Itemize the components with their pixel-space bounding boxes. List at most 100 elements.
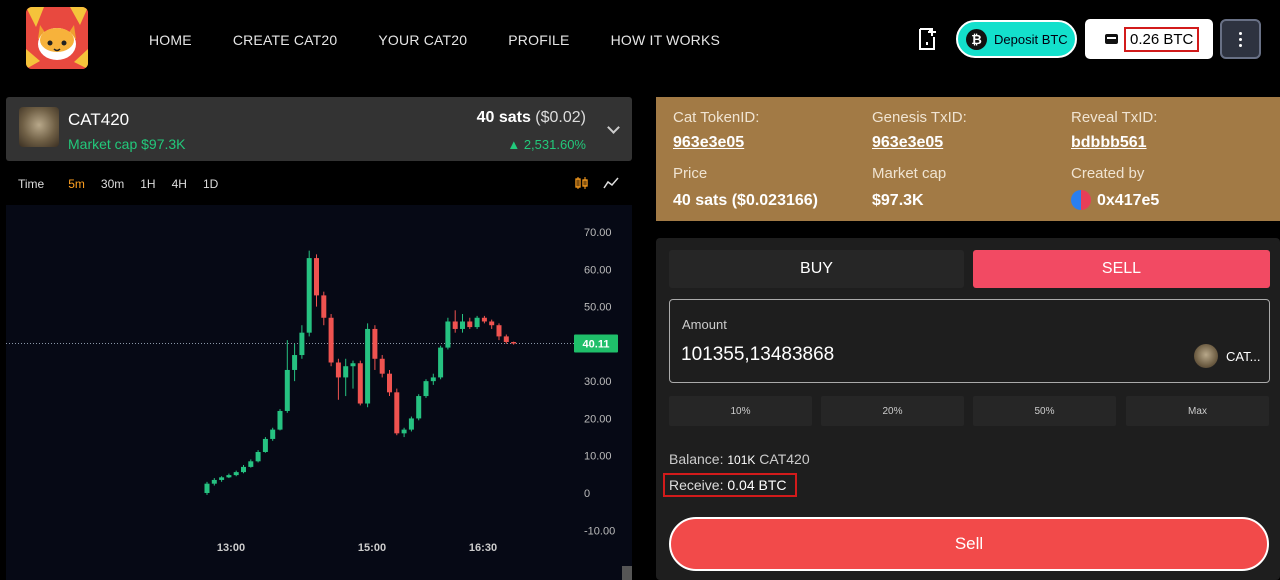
candle-body	[262, 438, 268, 452]
candle-body	[357, 363, 363, 404]
candle-body	[226, 475, 232, 478]
balance-token: CAT420	[759, 451, 810, 467]
candle-body	[277, 410, 283, 430]
line-chart-icon[interactable]	[603, 176, 619, 190]
y-tick-label: 30.00	[584, 376, 612, 388]
timeframe-1d[interactable]: 1D	[203, 177, 218, 191]
timeframe-1h[interactable]: 1H	[140, 177, 155, 191]
x-tick-label: 16:30	[469, 542, 497, 554]
candle-body	[511, 341, 517, 344]
percent-10-button[interactable]: 10%	[669, 396, 812, 426]
candle-body	[335, 362, 341, 378]
y-tick-label: 20.00	[584, 413, 612, 425]
candle-body	[372, 328, 378, 359]
percent-max-button[interactable]: Max	[1126, 396, 1269, 426]
timeframe-30m[interactable]: 30m	[101, 177, 124, 191]
deposit-btc-button[interactable]: ₿ Deposit BTC	[956, 20, 1077, 58]
nav-create-cat20[interactable]: CREATE CAT20	[233, 32, 338, 48]
candle-body	[503, 336, 509, 342]
candle-body	[394, 392, 400, 434]
amount-field: Amount CAT...	[669, 299, 1270, 383]
creator-address[interactable]: 0x417e5	[1097, 192, 1159, 210]
token-id-label: Cat TokenID:	[673, 109, 760, 126]
chevron-down-icon[interactable]	[607, 121, 620, 134]
deposit-label: Deposit BTC	[994, 31, 1068, 47]
candle-body	[481, 317, 487, 322]
cat-logo[interactable]	[26, 7, 88, 69]
market-cap-label: Market cap	[872, 165, 947, 182]
candle-body	[299, 332, 305, 356]
amount-token-select[interactable]: CAT...	[1226, 349, 1260, 364]
token-price-sats: 40 sats	[476, 109, 531, 126]
candle-body	[496, 325, 502, 337]
candlestick-icon[interactable]	[575, 176, 589, 190]
genesis-txid-link[interactable]: 963e3e05	[872, 134, 943, 152]
candle-body	[416, 396, 422, 419]
balance-value: 101K	[727, 453, 756, 467]
bitcoin-icon: ₿	[966, 28, 987, 50]
candle-body	[284, 369, 290, 411]
candle-body	[270, 429, 276, 439]
token-price-usd: ($0.02)	[535, 109, 586, 126]
nav-how-it-works[interactable]: HOW IT WORKS	[611, 32, 720, 48]
y-tick-label: 50.00	[584, 302, 612, 314]
candlestick-chart: 70.0060.0050.0040.0030.0020.0010.000-10.…	[6, 227, 618, 554]
timeframe-bar: Time 5m 30m 1H 4H 1D	[18, 177, 234, 191]
token-header: CAT420 Market cap $97.3K 40 sats ($0.02)…	[6, 97, 632, 161]
balance-line: Balance: 101K CAT420	[669, 451, 810, 467]
y-tick-label: -10.00	[584, 525, 615, 537]
percent-20-button[interactable]: 20%	[821, 396, 964, 426]
receive-line: Receive: 0.04 BTC	[663, 473, 797, 497]
price-label: Price	[673, 165, 708, 182]
candle-body	[219, 477, 225, 480]
candle-body	[314, 258, 319, 296]
candle-body	[343, 366, 349, 378]
main-nav: HOME CREATE CAT20 YOUR CAT20 PROFILE HOW…	[149, 32, 761, 48]
candle-body	[365, 328, 371, 404]
percent-50-button[interactable]: 50%	[973, 396, 1116, 426]
creator-avatar-icon	[1071, 190, 1091, 210]
token-name: CAT420	[68, 110, 130, 129]
timeframe-4h[interactable]: 4H	[172, 177, 187, 191]
tab-buy[interactable]: BUY	[669, 250, 964, 288]
nav-your-cat20[interactable]: YOUR CAT20	[378, 32, 467, 48]
candle-body	[211, 479, 217, 484]
token-price: 40 sats ($0.02)	[477, 109, 586, 127]
candle-body	[408, 418, 414, 430]
wallet-icon	[1105, 34, 1118, 44]
candle-body	[350, 363, 356, 367]
candle-body	[255, 451, 261, 462]
y-tick-label: 70.00	[584, 227, 612, 239]
amount-input[interactable]	[681, 344, 1101, 366]
timeframe-5m[interactable]: 5m	[68, 177, 85, 191]
created-by-label: Created by	[1071, 165, 1145, 182]
candle-body	[474, 317, 480, 328]
token-id-link[interactable]: 963e3e05	[673, 134, 744, 152]
nav-profile[interactable]: PROFILE	[508, 32, 569, 48]
reveal-txid-link[interactable]: bdbbb561	[1071, 134, 1147, 152]
chart-scroll-handle[interactable]	[622, 566, 632, 580]
dot-icon	[1239, 43, 1242, 47]
wallet-balance-button[interactable]: 0.26 BTC	[1085, 19, 1213, 59]
balance-label: Balance:	[669, 451, 724, 467]
tab-sell[interactable]: SELL	[973, 250, 1270, 288]
document-add-icon[interactable]	[916, 27, 938, 51]
current-price-label: 40.11	[583, 338, 610, 350]
candle-body	[445, 321, 451, 348]
nav-home[interactable]: HOME	[149, 32, 192, 48]
y-tick-label: 0	[584, 488, 590, 500]
reveal-txid-label: Reveal TxID:	[1071, 109, 1158, 126]
candle-body	[292, 355, 298, 370]
price-value: 40 sats ($0.023166)	[673, 192, 818, 209]
candle-body	[423, 381, 429, 397]
market-cap-value: $97.3K	[872, 192, 924, 209]
token-price-change: ▲ 2,531.60%	[507, 137, 586, 152]
candle-body	[452, 321, 458, 329]
candle-body	[379, 358, 385, 374]
more-menu-button[interactable]	[1220, 19, 1261, 59]
btc-balance: 0.26 BTC	[1124, 26, 1200, 52]
candle-body	[321, 295, 327, 318]
price-chart[interactable]: 70.0060.0050.0040.0030.0020.0010.000-10.…	[6, 205, 632, 580]
token-avatar	[19, 107, 59, 147]
sell-button[interactable]: Sell	[669, 517, 1269, 571]
